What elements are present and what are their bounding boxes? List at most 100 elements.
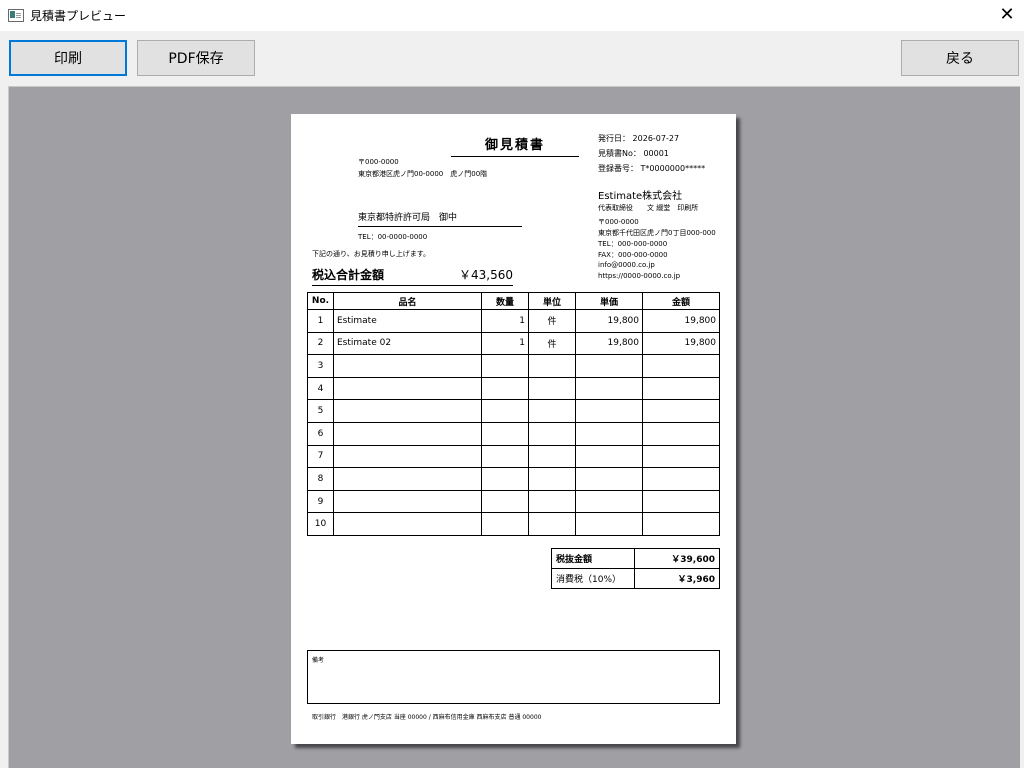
row-unit-price (575, 512, 643, 536)
row-quantity: 1 (481, 331, 529, 356)
col-unit: 単位 (528, 292, 576, 310)
greeting: 下記の通り、お見積り申し上げます。 (312, 250, 431, 258)
row-no: 9 (307, 489, 334, 514)
row-item-name (333, 512, 482, 536)
row-unit-price (575, 376, 643, 401)
col-item-name: 品名 (333, 292, 482, 310)
row-unit (528, 512, 576, 536)
row-amount (642, 421, 720, 446)
issuer-name: Estimate株式会社 (598, 191, 683, 202)
row-unit (528, 467, 576, 491)
table-row: 10 (307, 512, 720, 536)
issuer-representative: 代表取締役 文 綴堂 印刷所 (598, 204, 699, 212)
table-row: 2 Estimate 02 1 件 19,800 19,800 (307, 331, 720, 356)
row-amount (642, 376, 720, 401)
issuer-tel: TEL：000-000-0000 (598, 240, 668, 248)
row-item-name (333, 399, 482, 423)
estimate-page: 御見積書 発行日： 2026-07-27 見積書No： 00001 登録番号： … (291, 114, 736, 744)
estimate-number: 見積書No： 00001 (598, 149, 669, 158)
row-item-name (333, 354, 482, 378)
table-row: 1 Estimate 1 件 19,800 19,800 (307, 309, 720, 333)
registration-number: 登録番号： T*0000000***** (598, 164, 706, 173)
issuer-zip: 〒000-0000 (598, 218, 639, 226)
row-no: 6 (307, 421, 334, 446)
app-icon (8, 9, 24, 22)
row-unit (528, 376, 576, 401)
items-table: No. 品名 数量 単位 単価 金額 1 Estimate 1 件 19,800 19,8… (307, 292, 720, 536)
issuer-email: info@0000.co.jp (598, 261, 655, 269)
row-amount (642, 489, 720, 514)
row-no: 7 (307, 444, 334, 469)
row-unit-price: 19,800 (575, 309, 643, 333)
row-unit-price (575, 489, 643, 514)
close-button[interactable]: ✕ (990, 0, 1024, 31)
table-row: 3 (307, 354, 720, 378)
row-no: 8 (307, 467, 334, 491)
row-no: 10 (307, 512, 334, 536)
row-amount (642, 399, 720, 423)
row-amount (642, 444, 720, 469)
document-title: 御見積書 (451, 134, 579, 157)
row-quantity (481, 512, 529, 536)
row-amount: 19,800 (642, 309, 720, 333)
row-unit-price (575, 354, 643, 378)
row-quantity (481, 489, 529, 514)
issuer-url: https://0000-0000.co.jp (598, 272, 681, 280)
row-item-name: Estimate (333, 309, 482, 333)
table-row: 6 (307, 421, 720, 446)
table-header-row: No. 品名 数量 単位 単価 金額 (307, 292, 720, 310)
tax-value: ￥3,960 (634, 568, 720, 589)
row-unit-price: 19,800 (575, 331, 643, 356)
title-bar: 見積書プレビュー ✕ (0, 0, 1024, 31)
issuer-fax: FAX：000-000-0000 (598, 251, 668, 259)
row-item-name (333, 444, 482, 469)
row-quantity (481, 444, 529, 469)
bank-info: 取引銀行 港銀行 虎ノ門支店 当座 00000 / 西麻布信用金庫 西麻布支店 … (312, 714, 542, 721)
row-quantity (481, 354, 529, 378)
recipient-name: 東京都特許許可局 御中 (358, 210, 522, 227)
row-unit (528, 489, 576, 514)
recipient-tel: TEL：00-0000-0000 (358, 233, 428, 241)
row-no: 1 (307, 309, 334, 333)
col-quantity: 数量 (481, 292, 529, 310)
row-unit (528, 354, 576, 378)
issue-date: 発行日： 2026-07-27 (598, 134, 680, 143)
recipient-zip: 〒000-0000 (358, 158, 399, 166)
tax-label: 消費税（10%） (551, 568, 635, 589)
row-quantity (481, 421, 529, 446)
table-row: 8 (307, 467, 720, 491)
window-title: 見積書プレビュー (30, 9, 127, 23)
tax-included-total: 税込合計金額 ￥43,560 (312, 266, 513, 286)
row-no: 3 (307, 354, 334, 378)
row-unit: 件 (528, 331, 576, 356)
subtotal-label: 税抜金額 (551, 548, 635, 569)
col-unit-price: 単価 (575, 292, 643, 310)
subtotal-row: 税抜金額 ￥39,600 (551, 548, 720, 569)
table-row: 9 (307, 489, 720, 514)
row-quantity (481, 399, 529, 423)
col-no: No. (307, 292, 334, 310)
back-button[interactable]: 戻る (901, 40, 1019, 76)
row-item-name: Estimate 02 (333, 331, 482, 356)
row-item-name (333, 376, 482, 401)
row-amount (642, 354, 720, 378)
col-amount: 金額 (642, 292, 720, 310)
row-unit-price (575, 467, 643, 491)
pdf-save-button[interactable]: PDF保存 (137, 40, 255, 76)
issuer-address: 東京都千代田区虎ノ門0丁目000-000 (598, 229, 716, 237)
row-no: 2 (307, 331, 334, 356)
row-unit (528, 444, 576, 469)
notes-label: 備考 (312, 657, 325, 664)
row-amount: 19,800 (642, 331, 720, 356)
row-no: 4 (307, 376, 334, 401)
table-row: 7 (307, 444, 720, 469)
row-amount (642, 467, 720, 491)
row-unit-price (575, 421, 643, 446)
total-amount: ￥43,560 (459, 268, 513, 282)
subtotal-value: ￥39,600 (634, 548, 720, 569)
row-unit (528, 421, 576, 446)
print-button[interactable]: 印刷 (9, 40, 127, 76)
row-quantity: 1 (481, 309, 529, 333)
row-item-name (333, 467, 482, 491)
summary-table: 税抜金額 ￥39,600 消費税（10%） ￥3,960 (551, 548, 720, 589)
